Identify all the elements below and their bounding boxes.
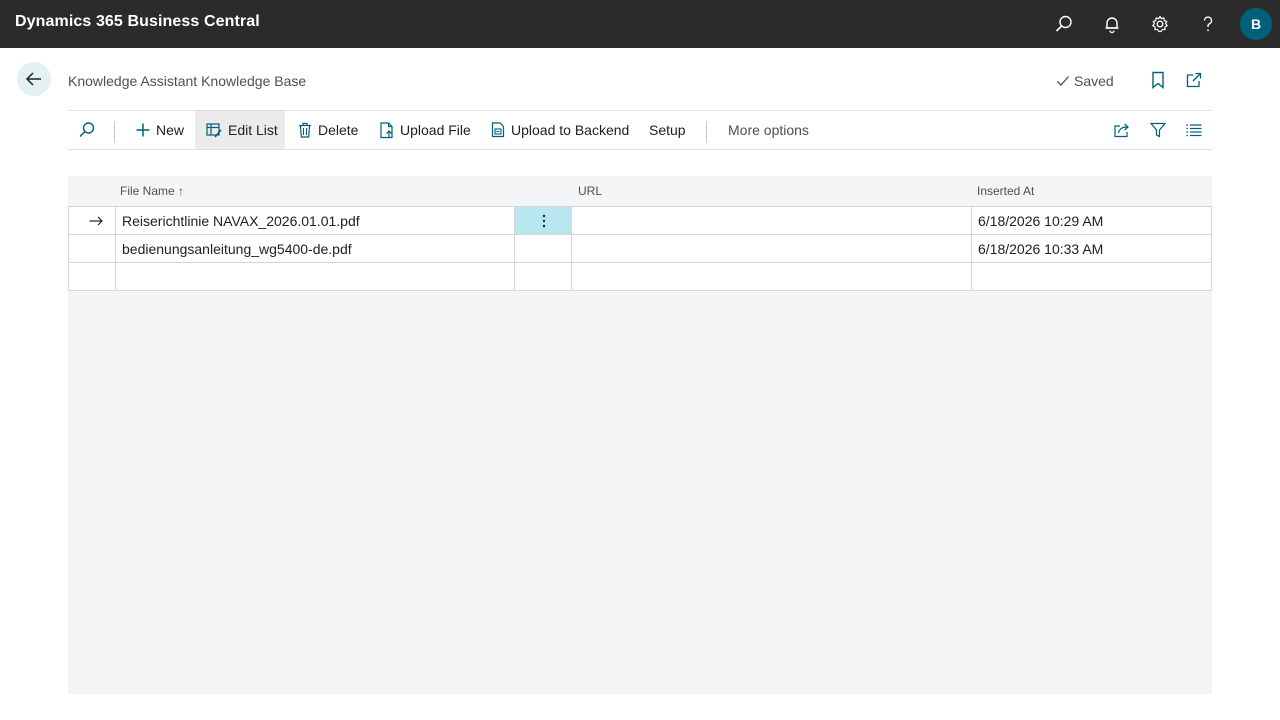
divider	[706, 121, 707, 143]
page-title: Knowledge Assistant Knowledge Base	[68, 73, 307, 89]
data-grid: Reiserichtlinie NAVAX_2026.01.01.pdf 6/1…	[68, 206, 1212, 291]
row-actions-cell[interactable]	[515, 235, 572, 262]
filter-button[interactable]	[1149, 111, 1167, 149]
gear-icon[interactable]	[1148, 12, 1172, 36]
new-label: New	[156, 122, 185, 138]
table-row[interactable]: bedienungsanleitung_wg5400-de.pdf 6/18/2…	[69, 235, 1211, 263]
upload-to-backend-label: Upload to Backend	[511, 122, 630, 138]
more-options-label: More options	[728, 122, 809, 138]
upload-backend-icon	[491, 122, 505, 138]
share-button[interactable]	[1112, 111, 1132, 149]
search-list-button[interactable]	[76, 111, 98, 149]
row-actions-cell[interactable]	[515, 263, 572, 290]
setup-label: Setup	[649, 122, 686, 138]
list-icon	[1186, 124, 1202, 137]
upload-file-icon	[380, 121, 393, 138]
arrow-right-icon	[89, 216, 103, 225]
edit-list-button[interactable]: Edit List	[195, 111, 285, 149]
avatar[interactable]: B	[1240, 8, 1272, 40]
column-header-inserted-at[interactable]: Inserted At	[977, 184, 1034, 198]
divider	[114, 121, 115, 143]
file-name-cell[interactable]: bedienungsanleitung_wg5400-de.pdf	[116, 235, 514, 262]
inserted-at-cell[interactable]: 6/18/2026 10:29 AM	[972, 207, 1211, 234]
plus-icon	[136, 123, 150, 137]
edit-list-icon	[206, 123, 222, 138]
list-view-button[interactable]	[1185, 111, 1203, 149]
upload-file-label: Upload File	[400, 122, 471, 138]
row-actions-button[interactable]	[515, 207, 572, 234]
action-bar: New Edit List Delete Upload File Upload …	[68, 110, 1212, 150]
search-icon[interactable]	[1052, 12, 1076, 36]
saved-status: Saved	[1056, 73, 1114, 89]
saved-label: Saved	[1074, 73, 1114, 89]
column-header-file-name[interactable]: File Name ↑	[120, 184, 184, 198]
url-cell[interactable]	[572, 235, 971, 262]
bookmark-icon[interactable]	[1148, 70, 1168, 90]
table-row-new[interactable]	[69, 263, 1211, 291]
inserted-at-cell[interactable]	[972, 263, 1211, 290]
bell-icon[interactable]	[1100, 12, 1124, 36]
share-icon	[1114, 123, 1129, 138]
delete-label: Delete	[318, 122, 359, 138]
upload-to-backend-button[interactable]: Upload to Backend	[491, 111, 629, 149]
delete-button[interactable]: Delete	[298, 111, 358, 149]
column-header-url[interactable]: URL	[578, 184, 602, 198]
help-icon[interactable]	[1196, 12, 1220, 36]
checkmark-icon	[1057, 76, 1069, 86]
more-options-button[interactable]: More options	[728, 111, 809, 149]
setup-button[interactable]: Setup	[649, 111, 686, 149]
file-name-cell[interactable]: Reiserichtlinie NAVAX_2026.01.01.pdf	[116, 207, 514, 234]
url-cell[interactable]	[572, 207, 971, 234]
search-icon	[79, 122, 95, 138]
app-title[interactable]: Dynamics 365 Business Central	[15, 13, 260, 31]
url-cell[interactable]	[572, 263, 971, 290]
open-new-window-icon[interactable]	[1184, 70, 1204, 90]
current-row-indicator	[83, 207, 113, 234]
upload-file-button[interactable]: Upload File	[380, 111, 471, 149]
more-vertical-icon	[542, 214, 545, 227]
edit-list-label: Edit List	[228, 122, 278, 138]
file-name-cell[interactable]	[116, 263, 514, 290]
new-button[interactable]: New	[136, 111, 184, 149]
table-row[interactable]: Reiserichtlinie NAVAX_2026.01.01.pdf 6/1…	[69, 207, 1211, 235]
arrow-left-icon	[25, 72, 41, 86]
top-bar: Dynamics 365 Business Central B	[0, 0, 1280, 48]
filter-icon	[1150, 122, 1166, 138]
inserted-at-cell[interactable]: 6/18/2026 10:33 AM	[972, 235, 1211, 262]
trash-icon	[299, 122, 311, 138]
back-button[interactable]	[17, 62, 51, 96]
